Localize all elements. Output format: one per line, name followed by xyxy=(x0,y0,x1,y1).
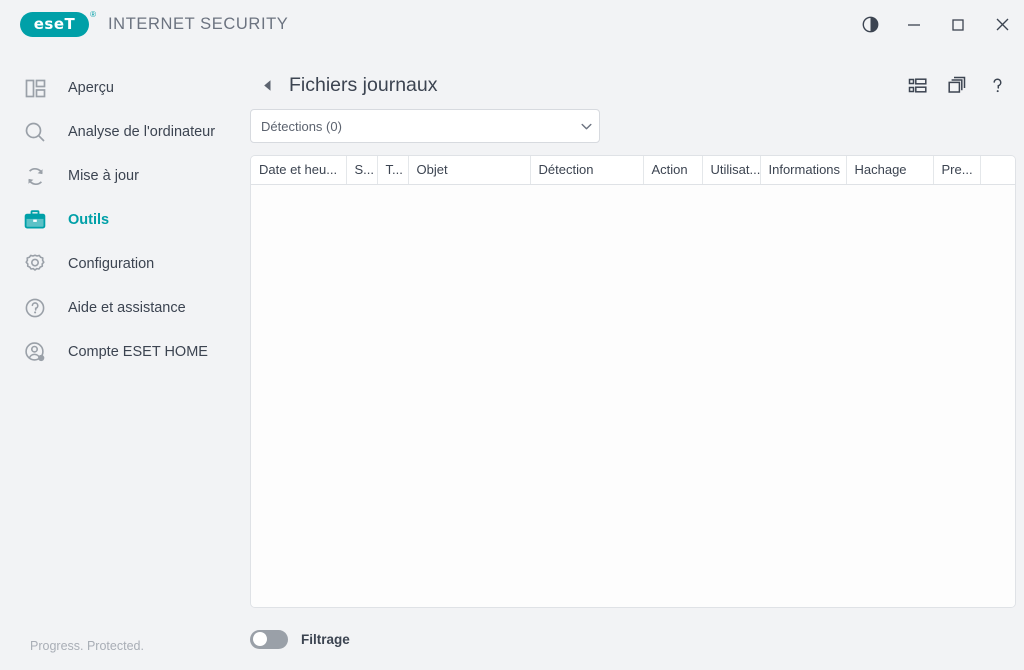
sidebar-item-label: Compte ESET HOME xyxy=(68,344,208,360)
sidebar-item-label: Analyse de l'ordinateur xyxy=(68,124,216,140)
table-header: Date et heu... S... T... Objet Détection… xyxy=(251,156,1015,185)
sidebar: Aperçu Analyse de l'ordinateur Mise à jo… xyxy=(0,49,238,670)
back-arrow-icon[interactable] xyxy=(258,76,276,94)
close-button[interactable] xyxy=(980,0,1024,49)
column-header-spacer[interactable] xyxy=(980,156,1015,185)
column-header-date[interactable]: Date et heu... xyxy=(251,156,347,185)
list-view-icon[interactable] xyxy=(903,71,931,99)
filter-toggle-label: Filtrage xyxy=(301,631,350,647)
sidebar-item-compte-eset-home[interactable]: Compte ESET HOME xyxy=(0,330,238,374)
sidebar-item-label: Aide et assistance xyxy=(68,300,186,316)
sidebar-item-label: Aperçu xyxy=(68,80,114,96)
column-header-utilisateur[interactable]: Utilisat... xyxy=(702,156,761,185)
sidebar-item-outils[interactable]: Outils xyxy=(0,198,238,242)
sidebar-item-configuration[interactable]: Configuration xyxy=(0,242,238,286)
minimize-icon xyxy=(908,23,920,26)
log-type-select[interactable]: Détections (0) xyxy=(250,109,600,143)
sidebar-item-analyse[interactable]: Analyse de l'ordinateur xyxy=(0,110,238,154)
column-header-informations[interactable]: Informations xyxy=(760,156,847,185)
column-header-action[interactable]: Action xyxy=(643,156,703,185)
main-content: Fichiers journaux Détections (0) Date et… xyxy=(238,49,1024,670)
sidebar-item-aide[interactable]: Aide et assistance xyxy=(0,286,238,330)
column-header-hachage[interactable]: Hachage xyxy=(846,156,934,185)
brand: eseT ® INTERNET SECURITY xyxy=(20,10,289,37)
copy-windows-icon[interactable] xyxy=(943,71,971,99)
theme-toggle-button[interactable] xyxy=(848,0,892,49)
magnifier-icon xyxy=(20,117,50,147)
log-type-select-value: Détections (0) xyxy=(261,118,342,134)
help-icon[interactable] xyxy=(983,71,1011,99)
table-header-row: Date et heu... S... T... Objet Détection… xyxy=(251,156,1015,185)
log-table-element: Date et heu... S... T... Objet Détection… xyxy=(251,156,1015,185)
filter-toggle[interactable] xyxy=(250,629,288,649)
header-toolbar xyxy=(903,62,1011,108)
maximize-button[interactable] xyxy=(936,0,980,49)
eset-logo: eseT ® xyxy=(20,10,96,37)
minimize-button[interactable] xyxy=(892,0,936,49)
chevron-down-icon xyxy=(573,111,599,141)
log-table: Date et heu... S... T... Objet Détection… xyxy=(250,155,1016,608)
product-name: INTERNET SECURITY xyxy=(108,15,289,33)
sidebar-nav: Aperçu Analyse de l'ordinateur Mise à jo… xyxy=(0,49,238,374)
briefcase-icon xyxy=(20,205,50,235)
protection-status-text: Progress. Protected. xyxy=(30,639,144,653)
registered-mark-icon: ® xyxy=(90,10,96,19)
question-circle-icon xyxy=(20,293,50,323)
user-circle-icon xyxy=(20,337,50,367)
half-circle-icon xyxy=(862,16,878,33)
close-icon xyxy=(996,18,1008,31)
column-header-objet[interactable]: Objet xyxy=(408,156,531,185)
maximize-icon xyxy=(952,18,964,31)
table-body-empty xyxy=(251,184,1015,607)
eset-logo-text: eseT xyxy=(33,14,76,33)
filter-toggle-knob xyxy=(253,632,267,646)
column-header-severity[interactable]: S... xyxy=(346,156,378,185)
page-title: Fichiers journaux xyxy=(289,73,438,96)
footer-bar: Filtrage xyxy=(250,624,350,654)
column-header-detection[interactable]: Détection xyxy=(530,156,644,185)
title-bar: eseT ® INTERNET SECURITY xyxy=(0,0,1024,49)
gear-icon xyxy=(20,249,50,279)
sidebar-item-mise-a-jour[interactable]: Mise à jour xyxy=(0,154,238,198)
dashboard-icon xyxy=(20,73,50,103)
sidebar-item-label: Mise à jour xyxy=(68,168,139,184)
sidebar-item-label: Outils xyxy=(68,212,110,228)
sidebar-item-apercu[interactable]: Aperçu xyxy=(0,66,238,110)
sidebar-item-label: Configuration xyxy=(68,256,155,272)
refresh-icon xyxy=(20,161,50,191)
column-header-type[interactable]: T... xyxy=(377,156,409,185)
window-controls xyxy=(848,0,1024,49)
column-header-premiere[interactable]: Pre... xyxy=(933,156,981,185)
